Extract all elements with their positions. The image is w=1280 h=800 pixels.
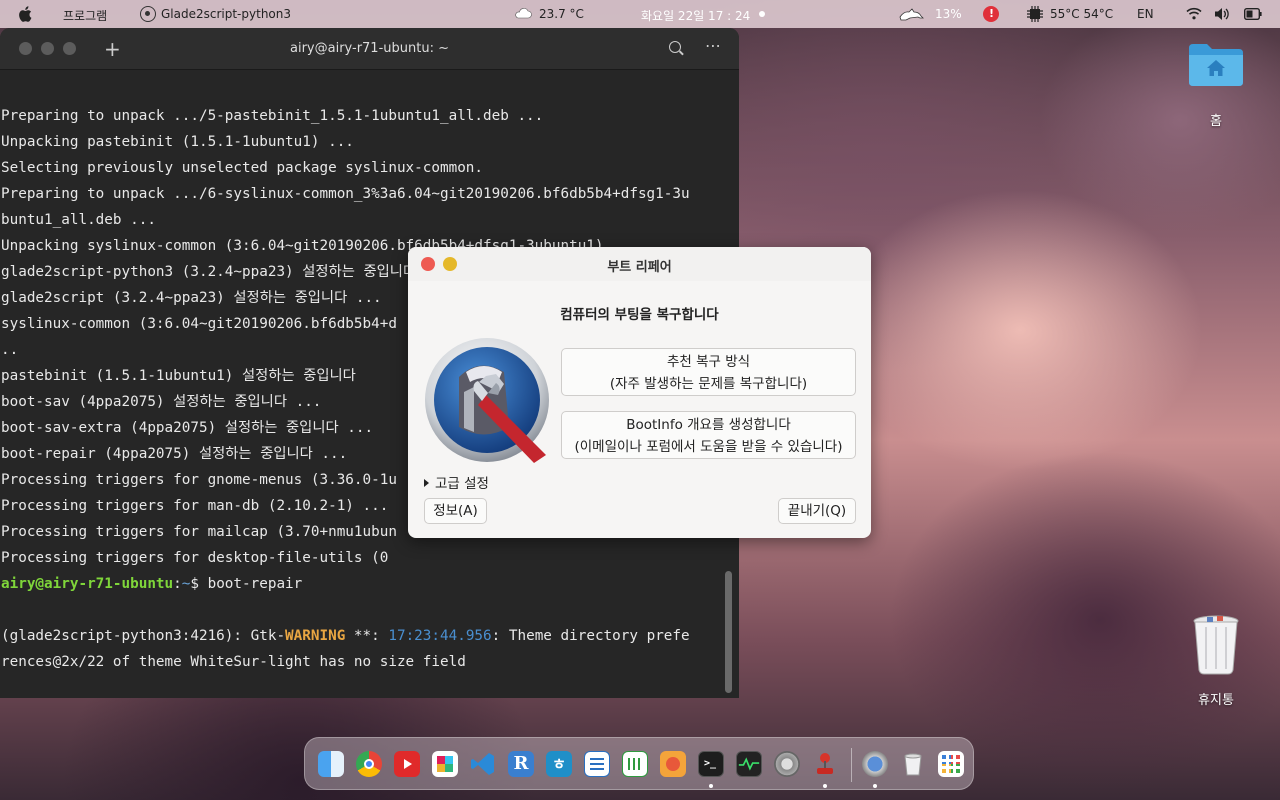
folder-icon: [1189, 44, 1243, 86]
cpu-temps[interactable]: 55°C 54°C: [1050, 7, 1113, 21]
dock: R ㅎ >_: [304, 737, 974, 790]
writer-icon[interactable]: [584, 751, 610, 777]
prompt-end: $: [190, 576, 208, 592]
volume-icon[interactable]: [1214, 7, 1230, 21]
trash-bin-icon: [1193, 615, 1239, 675]
boot-repair-icon[interactable]: [862, 751, 888, 777]
slack-icon[interactable]: [432, 751, 458, 777]
cpu-icon[interactable]: [1027, 6, 1043, 22]
home-folder[interactable]: 홈: [1180, 40, 1252, 129]
terminal-title: airy@airy-r71-ubuntu: ~: [290, 41, 449, 56]
expander-arrow-icon: [424, 479, 429, 487]
bootinfo-summary-button[interactable]: BootInfo 개요를 생성합니다 (이메일이나 포럼에서 도움을 받을 수 …: [561, 411, 856, 459]
terminal-line: Processing triggers for desktop-file-uti…: [1, 550, 389, 566]
bootinfo-subtitle: (이메일이나 포럼에서 도움을 받을 수 있습니다): [574, 439, 843, 455]
vscode-icon[interactable]: [470, 751, 496, 777]
terminal-line: Selecting previously unselected package …: [1, 160, 484, 176]
chrome-icon[interactable]: [356, 751, 382, 777]
recommended-repair-title: 추천 복구 방식: [666, 354, 751, 370]
terminal-icon[interactable]: >_: [698, 751, 724, 777]
prompt-user: airy@airy-r71-ubuntu: [1, 576, 174, 592]
terminal-line: Preparing to unpack .../5-pastebinit_1.5…: [1, 108, 544, 124]
photos-icon[interactable]: [660, 751, 686, 777]
warning-line: (glade2script-python3:4216): Gtk-WARNING…: [1, 623, 690, 649]
dock-separator: [851, 748, 852, 782]
apple-icon[interactable]: [17, 5, 35, 23]
input-language[interactable]: EN: [1137, 7, 1154, 21]
boot-repair-running-indicator: [873, 784, 877, 788]
terminal-line: buntu1_all.deb ...: [1, 212, 156, 228]
home-label: 홈: [1210, 114, 1222, 129]
settings-icon[interactable]: [774, 751, 800, 777]
terminal-titlebar[interactable]: + airy@airy-r71-ubuntu: ~ ⋯: [0, 28, 739, 70]
terminal-line: Unpacking pastebinit (1.5.1-1ubuntu1) ..…: [1, 134, 354, 150]
active-app-name[interactable]: Glade2script-python3: [161, 7, 291, 21]
search-icon[interactable]: [669, 41, 681, 53]
dialog-heading: 컴퓨터의 부팅을 복구합니다: [560, 307, 719, 323]
recommended-repair-button[interactable]: 추천 복구 방식 (자주 발생하는 문제를 복구합니다): [561, 348, 856, 396]
bootinfo-title: BootInfo 개요를 생성합니다: [626, 417, 791, 433]
clock[interactable]: 화요일 22일 17 : 24: [641, 7, 750, 24]
advanced-options-expander[interactable]: 고급 설정: [424, 472, 489, 492]
cat-icon[interactable]: [898, 7, 924, 21]
quit-button[interactable]: 끝내기(Q): [778, 498, 856, 524]
terminal-line: Preparing to unpack .../6-syslinux-commo…: [1, 186, 690, 202]
boot-repair-dialog[interactable]: 부트 리페어 컴퓨터의 부팅을 복구합니다 추천 복구 방식 (자주 발생하는 …: [408, 247, 871, 538]
prompt-separator: :: [173, 576, 182, 592]
warning-timestamp: 17:23:44.956: [388, 628, 492, 644]
dialog-titlebar[interactable]: 부트 리페어: [408, 247, 871, 281]
trash-label: 휴지통: [1198, 693, 1234, 708]
trash-icon[interactable]: [900, 751, 926, 777]
notification-dot: [759, 11, 765, 17]
weather-temp[interactable]: 23.7 °C: [539, 7, 584, 21]
warning-rest: : Theme directory prefe: [491, 628, 690, 644]
prompt-line: airy@airy-r71-ubuntu:~$ boot-repair: [1, 571, 690, 597]
r-icon[interactable]: R: [508, 751, 534, 777]
battery-icon[interactable]: [1244, 8, 1262, 20]
system-monitor-icon[interactable]: [736, 751, 762, 777]
hangul-icon[interactable]: ㅎ: [546, 751, 572, 777]
warning-mid: **:: [345, 628, 389, 644]
calc-icon[interactable]: [622, 751, 648, 777]
warning-label: WARNING: [285, 628, 346, 644]
advanced-options-label: 고급 설정: [435, 476, 489, 492]
trash-desktop[interactable]: 휴지통: [1180, 613, 1252, 708]
glade-app-icon: [140, 6, 156, 22]
menu-icon[interactable]: ⋯: [705, 36, 722, 55]
joystick-running-indicator: [823, 784, 827, 788]
wifi-icon[interactable]: [1186, 7, 1202, 20]
terminal-running-indicator: [709, 784, 713, 788]
app-grid-icon[interactable]: [938, 751, 964, 777]
warning-prefix: (glade2script-python3:4216): Gtk-: [1, 628, 286, 644]
command-text: boot-repair: [207, 576, 303, 592]
cloud-icon: [515, 8, 532, 19]
terminal-scrollbar[interactable]: [725, 571, 732, 693]
dialog-title: 부트 리페어: [607, 260, 672, 275]
top-bar: 프로그램 Glade2script-python3 23.7 °C 화요일 22…: [0, 0, 1280, 28]
programs-menu[interactable]: 프로그램: [63, 7, 107, 24]
finder-icon[interactable]: [318, 751, 344, 777]
youtube-icon[interactable]: [394, 751, 420, 777]
battery-percent[interactable]: 13%: [935, 7, 962, 21]
about-button[interactable]: 정보(A): [424, 498, 487, 524]
recommended-repair-subtitle: (자주 발생하는 문제를 복구합니다): [609, 376, 808, 392]
joystick-icon[interactable]: [812, 751, 838, 777]
alert-icon[interactable]: [983, 6, 999, 22]
warning-line-2: rences@2x/22 of theme WhiteSur-light has…: [1, 654, 466, 670]
boot-repair-logo-icon: [425, 338, 549, 463]
